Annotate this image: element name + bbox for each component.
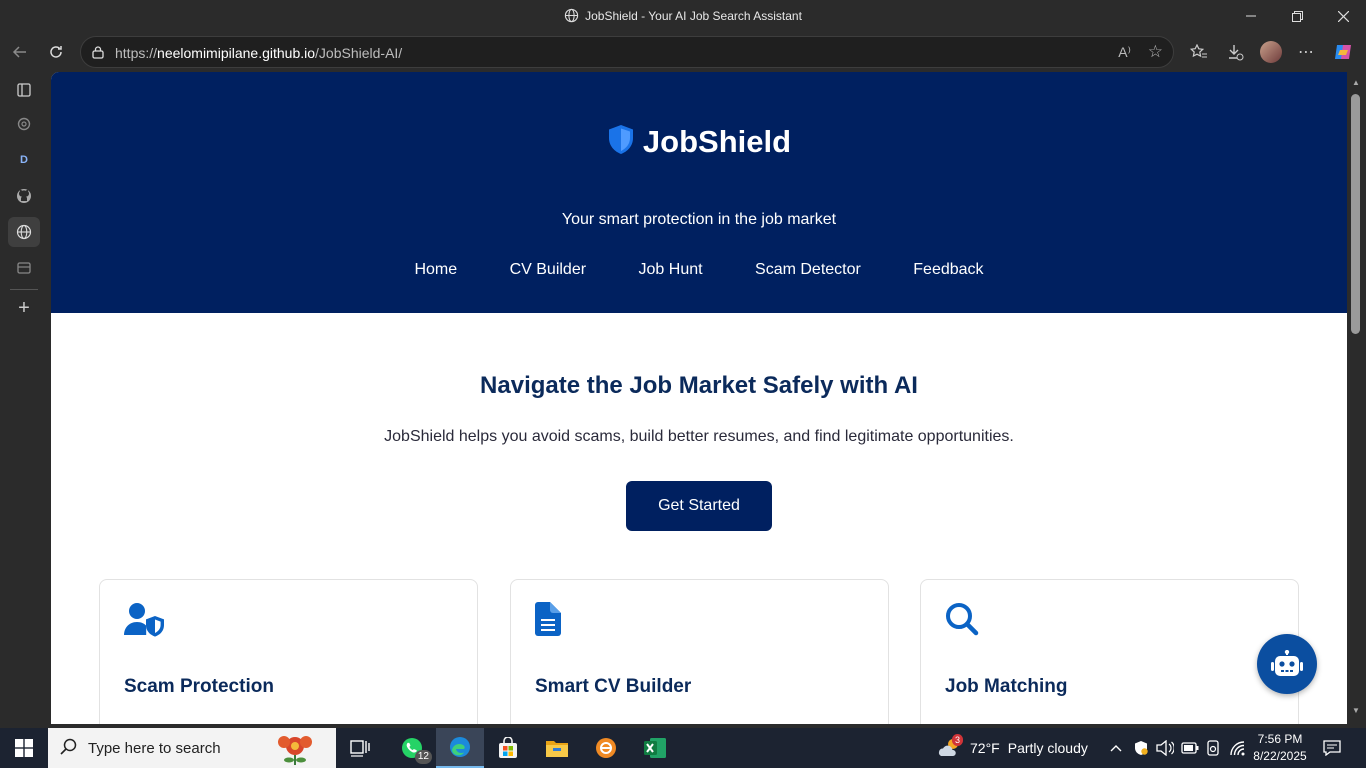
site-header: JobShield Your smart protection in the j…	[51, 72, 1347, 313]
search-placeholder: Type here to search	[88, 740, 221, 757]
copilot-icon[interactable]	[1328, 39, 1358, 65]
edge-taskbar-icon[interactable]	[436, 728, 484, 768]
start-button[interactable]	[0, 728, 48, 768]
browser-sidebar: D +	[0, 71, 48, 724]
url-text[interactable]: https://neelomimipilane.github.io/JobShi…	[115, 45, 402, 61]
taskbar-search-box[interactable]: Type here to search	[48, 728, 336, 768]
excel-taskbar-icon[interactable]	[631, 728, 679, 768]
search-icon	[945, 602, 979, 641]
device-icon[interactable]	[1206, 728, 1220, 768]
profile-avatar[interactable]	[1256, 39, 1286, 65]
weather-alert-badge: 3	[952, 734, 964, 746]
hero-lead: JobShield helps you avoid scams, build b…	[384, 428, 1014, 445]
weather-text: Partly cloudy	[1007, 740, 1088, 756]
speaker-icon[interactable]	[1156, 728, 1174, 768]
search-magnifier-icon	[60, 738, 78, 761]
openai-icon[interactable]	[8, 109, 40, 139]
site-tagline: Your smart protection in the job market	[561, 211, 837, 228]
feature-title: Scam Protection	[124, 676, 274, 697]
sidebar-d-app-icon[interactable]: D	[8, 145, 40, 175]
taskbar-clock[interactable]: 7:56 PM 8/22/2025	[1252, 731, 1308, 765]
window-title: JobShield - Your AI Job Search Assistant	[0, 8, 1366, 26]
sidebar-web-icon[interactable]	[8, 217, 40, 247]
lock-icon[interactable]	[91, 45, 105, 64]
more-menu-icon[interactable]: ⋯	[1291, 39, 1321, 65]
sidebar-app-icon[interactable]	[8, 253, 40, 283]
browser-title-bar: JobShield - Your AI Job Search Assistant	[0, 0, 1366, 33]
get-started-button[interactable]: Get Started	[626, 481, 772, 531]
feature-card-smart-cv-builder[interactable]: Smart CV Builder	[510, 579, 889, 724]
file-explorer-icon[interactable]	[533, 728, 581, 768]
battery-icon[interactable]	[1181, 728, 1199, 768]
document-icon	[535, 602, 561, 641]
scrollbar-thumb[interactable]	[1351, 94, 1360, 334]
page-scrollbar[interactable]: ▲ ▼	[1347, 72, 1366, 724]
back-arrow-icon	[12, 46, 26, 58]
clock-date: 8/22/2025	[1253, 749, 1307, 763]
refresh-button[interactable]	[42, 39, 70, 65]
brand-name: JobShield	[642, 124, 792, 159]
scroll-down-arrow-icon[interactable]: ▼	[1352, 706, 1360, 715]
show-hidden-icons-chevron-icon[interactable]	[1110, 728, 1122, 768]
partly-cloudy-icon: 3	[938, 734, 964, 760]
wifi-icon[interactable]	[1229, 728, 1247, 768]
address-bar[interactable]: https://neelomimipilane.github.io/JobShi…	[80, 36, 1174, 68]
security-icon[interactable]	[1133, 728, 1149, 768]
main-nav: Home CV Builder Job Hunt Scam Detector F…	[51, 261, 1347, 279]
site-logo[interactable]: JobShield	[51, 124, 1347, 163]
globe-icon	[564, 8, 579, 26]
feature-title: Job Matching	[945, 676, 1068, 697]
browser-toolbar: https://neelomimipilane.github.io/JobShi…	[0, 33, 1366, 71]
favorites-icon[interactable]	[1184, 39, 1214, 65]
microsoft-store-icon[interactable]	[484, 728, 532, 768]
nav-job-hunt[interactable]: Job Hunt	[639, 261, 703, 278]
sidebar-divider	[10, 289, 38, 290]
chatbot-button[interactable]	[1257, 634, 1317, 694]
notifications-icon[interactable]	[1323, 728, 1341, 768]
robot-icon	[1271, 650, 1303, 676]
feature-card-scam-protection[interactable]: Scam Protection	[99, 579, 478, 724]
refresh-icon	[50, 46, 62, 58]
task-view-icon[interactable]	[336, 728, 384, 768]
feature-card-job-matching[interactable]: Job Matching	[920, 579, 1299, 724]
whatsapp-badge: 12	[414, 750, 432, 764]
close-button[interactable]	[1320, 4, 1366, 28]
search-highlight-flower-icon[interactable]	[272, 730, 318, 768]
back-button[interactable]	[6, 39, 34, 65]
nav-cv-builder[interactable]: CV Builder	[510, 261, 586, 278]
windows-logo-icon	[15, 739, 33, 757]
windows-taskbar: Type here to search 12 3 72°F Partly clo…	[0, 728, 1366, 768]
minimize-button[interactable]	[1228, 4, 1274, 28]
github-icon[interactable]	[8, 181, 40, 211]
hero-heading: Navigate the Job Market Safely with AI	[480, 372, 918, 399]
favorite-star-icon[interactable]: ☆	[1148, 42, 1163, 62]
nav-home[interactable]: Home	[414, 261, 457, 278]
clock-time: 7:56 PM	[1257, 732, 1303, 746]
photo-app-icon[interactable]	[582, 728, 630, 768]
window-title-text: JobShield - Your AI Job Search Assistant	[585, 9, 802, 23]
feature-title: Smart CV Builder	[535, 676, 692, 697]
read-aloud-icon[interactable]: A⁾	[1118, 44, 1131, 61]
downloads-icon[interactable]	[1220, 39, 1250, 65]
nav-feedback[interactable]: Feedback	[913, 261, 983, 278]
restore-button[interactable]	[1274, 4, 1320, 28]
tab-actions-icon[interactable]	[8, 75, 40, 105]
shield-icon	[607, 124, 635, 163]
web-page: JobShield Your smart protection in the j…	[51, 72, 1347, 724]
whatsapp-taskbar-icon[interactable]: 12	[388, 728, 436, 768]
user-shield-icon	[124, 602, 166, 643]
add-sidebar-app-icon[interactable]: +	[8, 293, 40, 323]
nav-scam-detector[interactable]: Scam Detector	[755, 261, 861, 278]
weather-widget[interactable]: 3 72°F Partly cloudy	[938, 728, 1088, 768]
scroll-up-arrow-icon[interactable]: ▲	[1352, 78, 1360, 87]
weather-temp: 72°F	[970, 740, 1000, 756]
